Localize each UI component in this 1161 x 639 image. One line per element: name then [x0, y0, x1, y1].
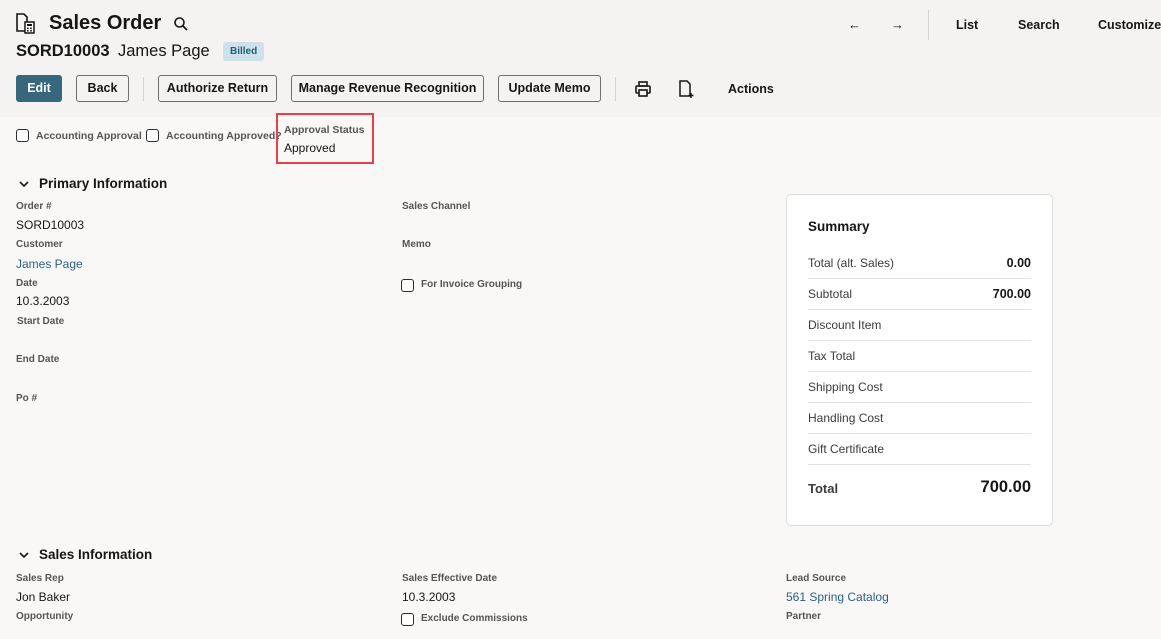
chevron-down-icon[interactable] — [18, 549, 30, 561]
customize-link[interactable]: Customize — [1098, 18, 1161, 32]
summary-row: Subtotal 700.00 — [808, 279, 1031, 310]
accounting-approved-label: Accounting Approved? — [166, 130, 282, 142]
order-number-value: SORD10003 — [16, 218, 85, 232]
summary-row-value: 0.00 — [1006, 256, 1031, 270]
sales-information-header[interactable]: Sales Information — [39, 547, 152, 562]
approval-status-value: Approved — [284, 141, 336, 155]
opportunity-label: Opportunity — [16, 611, 74, 622]
customer-link[interactable]: James Page — [16, 257, 83, 271]
summary-row-label: Gift Certificate — [808, 442, 885, 456]
summary-row: Discount Item — [808, 310, 1031, 341]
sales-rep-value: Jon Baker — [16, 590, 71, 604]
summary-row: Shipping Cost — [808, 372, 1031, 403]
sales-effective-date-value: 10.3.2003 — [402, 590, 456, 604]
print-icon[interactable] — [634, 80, 652, 98]
sales-order-record-icon — [16, 13, 35, 34]
summary-row-value: 700.00 — [992, 287, 1031, 301]
edit-button[interactable]: Edit — [16, 75, 62, 102]
exclude-commissions-checkbox[interactable] — [401, 613, 414, 626]
summary-row: Tax Total — [808, 341, 1031, 372]
toolbar-divider — [143, 77, 144, 101]
lead-source-label: Lead Source — [786, 573, 847, 584]
summary-total-label: Total — [808, 481, 839, 496]
page-title: Sales Order — [49, 12, 162, 34]
summary-card: Summary Total (alt. Sales) 0.00 Subtotal… — [786, 194, 1053, 526]
record-number: SORD10003 — [16, 42, 110, 60]
lead-source-link[interactable]: 561 Spring Catalog — [786, 590, 889, 604]
accounting-approval-label: Accounting Approval — [36, 130, 142, 142]
nav-divider — [928, 10, 929, 40]
invoice-grouping-checkbox[interactable] — [401, 279, 414, 292]
summary-row-label: Total (alt. Sales) — [808, 256, 895, 270]
start-date-label: Start Date — [17, 316, 65, 327]
accounting-approval-checkbox[interactable] — [16, 129, 29, 142]
actions-menu[interactable]: Actions — [728, 82, 774, 96]
summary-row-label: Discount Item — [808, 318, 882, 332]
arrow-right-icon[interactable]: → — [891, 17, 904, 32]
approval-status-label: Approval Status — [284, 124, 365, 136]
sales-rep-label: Sales Rep — [16, 573, 64, 584]
order-number-label: Order # — [16, 201, 52, 212]
authorize-return-button[interactable]: Authorize Return — [158, 75, 277, 102]
po-number-label: Po # — [16, 393, 38, 404]
summary-total-value: 700.00 — [980, 478, 1031, 496]
toolbar-divider — [615, 77, 616, 101]
summary-row-label: Tax Total — [808, 349, 856, 363]
accounting-approved-checkbox[interactable] — [146, 129, 159, 142]
date-label: Date — [16, 278, 38, 289]
invoice-grouping-label: For Invoice Grouping — [421, 279, 523, 290]
summary-row-label: Subtotal — [808, 287, 853, 301]
memo-label: Memo — [402, 239, 431, 250]
search-link[interactable]: Search — [1018, 18, 1060, 32]
search-icon[interactable] — [173, 16, 189, 32]
sales-channel-label: Sales Channel — [402, 201, 471, 212]
back-button[interactable]: Back — [76, 75, 129, 102]
sales-effective-date-label: Sales Effective Date — [402, 573, 498, 584]
primary-information-header[interactable]: Primary Information — [39, 176, 167, 191]
end-date-label: End Date — [16, 354, 60, 365]
arrow-left-icon[interactable]: ← — [848, 17, 861, 32]
summary-row: Gift Certificate — [808, 434, 1031, 465]
summary-row-label: Handling Cost — [808, 411, 884, 425]
list-link[interactable]: List — [956, 18, 978, 32]
summary-row: Handling Cost — [808, 403, 1031, 434]
status-badge: Billed — [223, 42, 265, 61]
manage-revenue-recognition-button[interactable]: Manage Revenue Recognition — [291, 75, 484, 102]
summary-title: Summary — [808, 219, 870, 234]
new-document-icon[interactable] — [677, 79, 695, 99]
approval-status-highlight — [276, 113, 374, 164]
summary-row-label: Shipping Cost — [808, 380, 883, 394]
summary-row: Total (alt. Sales) 0.00 — [808, 248, 1031, 279]
record-name: James Page — [118, 42, 210, 60]
exclude-commissions-label: Exclude Commissions — [421, 613, 528, 624]
date-value: 10.3.2003 — [16, 294, 70, 308]
partner-label: Partner — [786, 611, 822, 622]
customer-label: Customer — [16, 239, 63, 250]
chevron-down-icon[interactable] — [18, 178, 30, 190]
update-memo-button[interactable]: Update Memo — [498, 75, 601, 102]
